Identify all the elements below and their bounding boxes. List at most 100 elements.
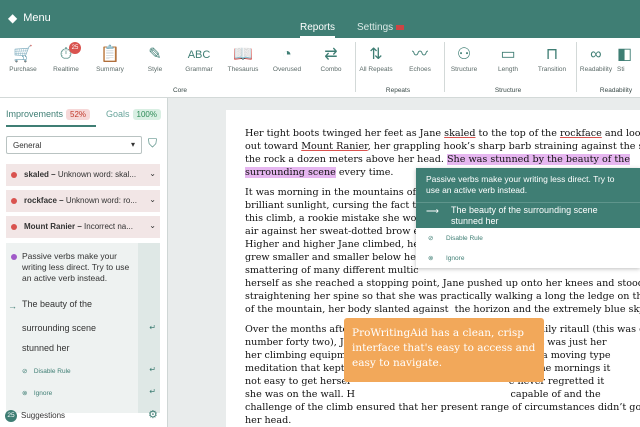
disable-icon: ⊘	[428, 235, 434, 242]
chevron-down-icon: ⌄	[149, 195, 156, 204]
bridge-icon: ⊓	[545, 46, 559, 63]
tab-reports[interactable]: Reports	[300, 0, 336, 38]
ignore-icon: ⊗	[22, 390, 28, 397]
tool-combo[interactable]: ⇄ Combo	[308, 44, 354, 73]
book-icon: 📖	[233, 46, 253, 63]
tool-thesaurus[interactable]: 📖 Thesaurus	[220, 44, 266, 73]
chevron-down-icon: ▾	[130, 140, 135, 149]
highlighted-passive[interactable]: surrounding scene	[245, 167, 336, 178]
tool-grammar[interactable]: ABC Grammar	[176, 44, 222, 73]
error-dot-icon	[11, 198, 17, 204]
goals-pct: 100%	[132, 109, 161, 120]
ignore-button[interactable]: ⊗ Ignore	[428, 254, 464, 262]
shuffle-icon: ⇄	[324, 46, 338, 63]
group-label-structure: Structure	[494, 87, 522, 94]
highlighted-passive[interactable]: She was stunned by the beauty of the	[446, 154, 631, 165]
ruler-icon: ▭	[500, 46, 516, 63]
popup-message: Passive verbs make your writing less dir…	[416, 168, 640, 202]
promo-callout: ProWritingAid has a clean, crisp interfa…	[344, 318, 544, 382]
apply-arrow-icon[interactable]: ↵	[149, 365, 156, 374]
paragraph-line: herself as she reached a stopping point,…	[245, 278, 640, 289]
tool-sticky[interactable]: ◧ Sti	[617, 44, 640, 73]
paragraph-line: the rock a dozen meters above her head. …	[245, 154, 631, 165]
menu-label: Menu	[23, 12, 51, 24]
issue-item[interactable]: skaled – Unknown word: skal... ⌄	[6, 164, 160, 186]
group-label-readability: Readability	[599, 87, 633, 94]
disable-icon: ⊘	[22, 368, 28, 375]
sidebar-footer: 25 Suggestions ⚙	[0, 403, 168, 427]
gear-icon[interactable]: ⚙	[148, 408, 158, 421]
suggestion-line[interactable]: The beauty of the	[22, 299, 92, 309]
ignore-icon: ⊗	[428, 255, 434, 262]
filter-icon[interactable]: ⛉	[148, 136, 157, 151]
paragraph-line: she was on the wall. H capable of and th…	[245, 389, 601, 400]
logo-icon: ◆	[8, 11, 18, 25]
group-label-repeats: Repeats	[385, 87, 411, 94]
category-select[interactable]: General ▾	[6, 136, 142, 154]
paragraph: Her tight boots twinged her feet as Jane…	[245, 128, 640, 139]
paragraph-line: out toward Mount Ranier, her grappling h…	[245, 141, 640, 152]
tool-transition[interactable]: ⊓ Transition	[529, 44, 575, 73]
stopwatch-icon: ⏱	[59, 46, 73, 63]
group-label-core: Core	[172, 87, 188, 94]
pen-icon: ✎	[148, 46, 162, 63]
waveform-icon: 〰	[411, 46, 428, 63]
sidebar: Improvements 52% Goals 100% General ▾ ⛉ ska…	[0, 98, 168, 427]
sticky-icon: ◧	[617, 46, 633, 63]
suggestions-label: Suggestions	[21, 411, 66, 420]
tool-readability[interactable]: ∞ Readability	[573, 44, 619, 73]
tool-summary[interactable]: 📋 Summary	[87, 44, 133, 73]
suggestions-count: 25	[5, 410, 17, 422]
expanded-suggestion: Passive verbs make your writing less dir…	[6, 243, 160, 413]
paragraph-line: challenge of the climb ensured that her …	[245, 402, 640, 413]
arrow-right-icon: →	[8, 301, 17, 311]
tool-realtime[interactable]: ⏱ 25 Realtime	[43, 42, 89, 73]
top-bar: ◆ Menu Reports Settings	[0, 0, 640, 38]
error-dot-icon	[11, 172, 17, 178]
tool-structure[interactable]: ⚇ Structure	[441, 44, 487, 73]
suggestion-line[interactable]: surrounding scene	[22, 323, 96, 333]
tool-length[interactable]: ▭ Length	[485, 44, 531, 73]
apply-arrow-icon[interactable]: ↵	[149, 387, 156, 396]
ignore-button[interactable]: ⊗ Ignore	[22, 389, 52, 397]
suggestion-popup: Passive verbs make your writing less dir…	[416, 168, 640, 268]
clipboard-icon: 📋	[100, 46, 120, 63]
improvements-pct: 52%	[66, 109, 91, 120]
disable-rule-button[interactable]: ⊘ Disable Rule	[22, 367, 71, 375]
repeat-icon: ⇅	[369, 46, 383, 63]
issue-item[interactable]: rockface – Unknown word: ro... ⌄	[6, 190, 160, 212]
nodes-icon: ⚇	[456, 46, 472, 63]
tab-goals[interactable]: Goals 100%	[106, 109, 161, 120]
active-tab-underline	[6, 125, 96, 127]
arrow-right-icon: ⟶	[426, 206, 439, 216]
tab-improvements[interactable]: Improvements 52%	[6, 109, 91, 120]
tool-all-repeats[interactable]: ⇅ All Repeats	[353, 44, 399, 73]
paragraph-line: her head.	[245, 415, 292, 426]
apply-arrow-icon[interactable]: ↵	[149, 323, 156, 332]
realtime-badge: 25	[69, 42, 81, 54]
tab-settings[interactable]: Settings	[357, 0, 405, 38]
style-dot-icon	[11, 254, 17, 260]
tool-overused[interactable]: ◔ Overused	[264, 44, 310, 73]
suggestion-explanation: Passive verbs make your writing less dir…	[22, 251, 130, 283]
flag-icon	[396, 24, 405, 30]
cart-icon: 🛒	[13, 46, 33, 63]
abc-icon: ABC	[187, 49, 211, 61]
error-dot-icon	[11, 224, 17, 230]
tool-echoes[interactable]: 〰 Echoes	[397, 44, 443, 73]
disable-rule-button[interactable]: ⊘ Disable Rule	[428, 234, 483, 242]
reports-toolbar: 🛒 Purchase ⏱ 25 Realtime 📋 Summary ✎ Style AB…	[0, 38, 640, 98]
menu-button[interactable]: ◆ Menu	[8, 11, 51, 25]
gauge-icon: ◔	[282, 46, 292, 63]
popup-suggestion[interactable]: ⟶ The beauty of the surrounding scene st…	[416, 202, 640, 228]
issue-item[interactable]: Mount Ranier – Incorrect na... ⌄	[6, 216, 160, 238]
glasses-icon: ∞	[590, 46, 602, 63]
tool-style[interactable]: ✎ Style	[132, 44, 178, 73]
sidebar-tabs: Improvements 52% Goals 100%	[0, 98, 168, 127]
tool-purchase[interactable]: 🛒 Purchase	[0, 44, 46, 73]
suggestion-line[interactable]: stunned her	[22, 343, 70, 353]
chevron-down-icon: ⌄	[149, 169, 156, 178]
paragraph-line: straightening her spine so that she was …	[245, 291, 640, 302]
chevron-down-icon: ⌄	[149, 221, 156, 230]
paragraph-line: of the mountain, her body slanted agains…	[245, 304, 640, 315]
